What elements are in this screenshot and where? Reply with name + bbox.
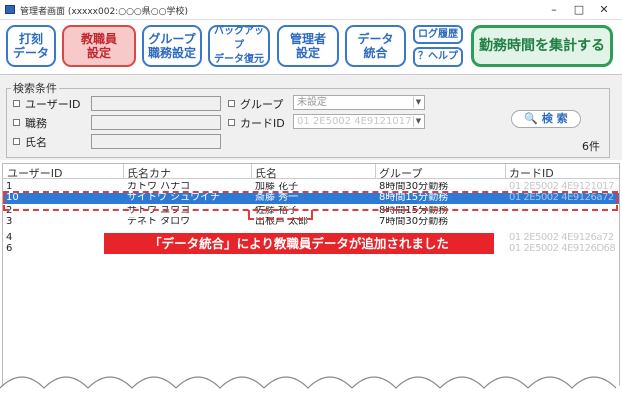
highlight-dashed-frame xyxy=(3,191,618,211)
close-button[interactable]: ✕ xyxy=(596,2,612,17)
staff-settings-label-2: 設定 xyxy=(86,46,111,60)
group-duty-settings-button[interactable]: グループ 職務設定 xyxy=(142,25,202,67)
column-divider[interactable] xyxy=(251,164,252,179)
cell-user-id: 6 xyxy=(6,244,13,254)
column-divider[interactable] xyxy=(505,164,506,179)
header-name[interactable]: 氏名 xyxy=(255,165,277,181)
search-title: 検索条件 xyxy=(11,80,59,96)
card-id-checkbox[interactable] xyxy=(228,119,235,126)
backup-restore-label-1: バックアップ xyxy=(214,26,264,51)
title-bar: 管理者画面 (xxxxx002:○○○県○○学校) – □ ✕ xyxy=(0,0,622,20)
group-select[interactable]: 未設定 ▼ xyxy=(293,95,425,110)
user-id-checkbox[interactable] xyxy=(13,100,20,107)
column-divider[interactable] xyxy=(123,164,124,179)
header-user-id[interactable]: ユーザーID xyxy=(7,165,63,181)
highlight-dashed-connector xyxy=(248,210,313,220)
group-select-value: 未設定 xyxy=(297,97,327,108)
data-merge-label-1: データ xyxy=(357,32,394,46)
punch-data-button[interactable]: 打刻 データ xyxy=(6,25,56,67)
duty-field[interactable] xyxy=(91,115,221,130)
log-history-button[interactable]: ログ履歴 xyxy=(413,25,463,44)
group-duty-label-1: グループ xyxy=(148,32,196,46)
maximize-button[interactable]: □ xyxy=(571,2,587,17)
duty-checkbox[interactable] xyxy=(13,119,20,126)
toolbar: 打刻 データ 教職員 設定 グループ 職務設定 バックアップ データ復元 管理者… xyxy=(0,20,622,74)
name-label: 氏名 xyxy=(25,136,47,149)
minimize-button[interactable]: – xyxy=(546,2,562,17)
help-button[interactable]: ？ヘルプ xyxy=(413,47,463,67)
punch-data-label-1: 打刻 xyxy=(18,32,43,46)
staff-settings-label-1: 教職員 xyxy=(80,32,117,46)
search-panel: 検索条件 ユーザーID 職務 氏名 グループ 未設定 ▼ カードID 01 2E… xyxy=(0,74,622,160)
wave-cutoff-decoration xyxy=(0,376,622,406)
data-merge-button[interactable]: データ 統合 xyxy=(345,25,406,67)
app-icon xyxy=(5,5,15,14)
backup-restore-button[interactable]: バックアップ データ復元 xyxy=(208,25,270,67)
card-id-select[interactable]: 01 2E5002 4E9121017 ▼ xyxy=(293,114,425,129)
chevron-down-icon: ▼ xyxy=(413,97,423,108)
cell-user-id: 4 xyxy=(6,233,13,243)
user-id-label: ユーザーID xyxy=(25,98,81,111)
result-count: 6件 xyxy=(582,140,600,153)
data-merge-label-2: 統合 xyxy=(363,46,388,60)
added-data-notice: 「データ統合」により教職員データが追加されました xyxy=(104,233,494,254)
header-group[interactable]: グループ xyxy=(379,165,422,181)
group-checkbox[interactable] xyxy=(228,100,235,107)
cell-card-id: 01 2E5002 4E9126a72 xyxy=(509,233,614,243)
group-label: グループ xyxy=(240,98,284,111)
admin-settings-label-1: 管理者 xyxy=(289,32,326,46)
header-kana[interactable]: 氏名カナ xyxy=(127,165,171,181)
window-title: 管理者画面 (xxxxx002:○○○県○○学校) xyxy=(20,7,188,17)
cell-user-id: 3 xyxy=(6,217,13,227)
cell-kana: デネト タロウ xyxy=(127,217,191,227)
duty-label: 職務 xyxy=(25,117,47,130)
admin-settings-label-2: 設定 xyxy=(295,46,320,60)
search-button[interactable]: 🔍 検 索 xyxy=(511,110,581,128)
card-id-select-value: 01 2E5002 4E9121017 xyxy=(297,116,412,127)
punch-data-label-2: データ xyxy=(12,46,49,60)
aggregate-hours-button[interactable]: 勤務時間を集計する xyxy=(471,25,613,67)
cell-card-id: 01 2E5002 4E9126D68 xyxy=(509,244,616,254)
staff-settings-button[interactable]: 教職員 設定 xyxy=(62,25,136,67)
header-card-id[interactable]: カードID xyxy=(509,165,554,181)
table-header: ユーザーID 氏名カナ 氏名 グループ カードID xyxy=(3,164,619,181)
chevron-down-icon: ▼ xyxy=(413,116,423,127)
name-checkbox[interactable] xyxy=(13,138,20,145)
name-field[interactable] xyxy=(91,134,221,149)
user-id-field[interactable] xyxy=(91,96,221,111)
column-divider[interactable] xyxy=(375,164,376,179)
card-id-label: カードID xyxy=(240,117,285,130)
backup-restore-label-2: データ復元 xyxy=(214,54,264,65)
group-duty-label-2: 職務設定 xyxy=(147,46,196,60)
admin-settings-button[interactable]: 管理者 設定 xyxy=(277,25,339,67)
cell-group: 7時間30分勤務 xyxy=(379,217,449,227)
